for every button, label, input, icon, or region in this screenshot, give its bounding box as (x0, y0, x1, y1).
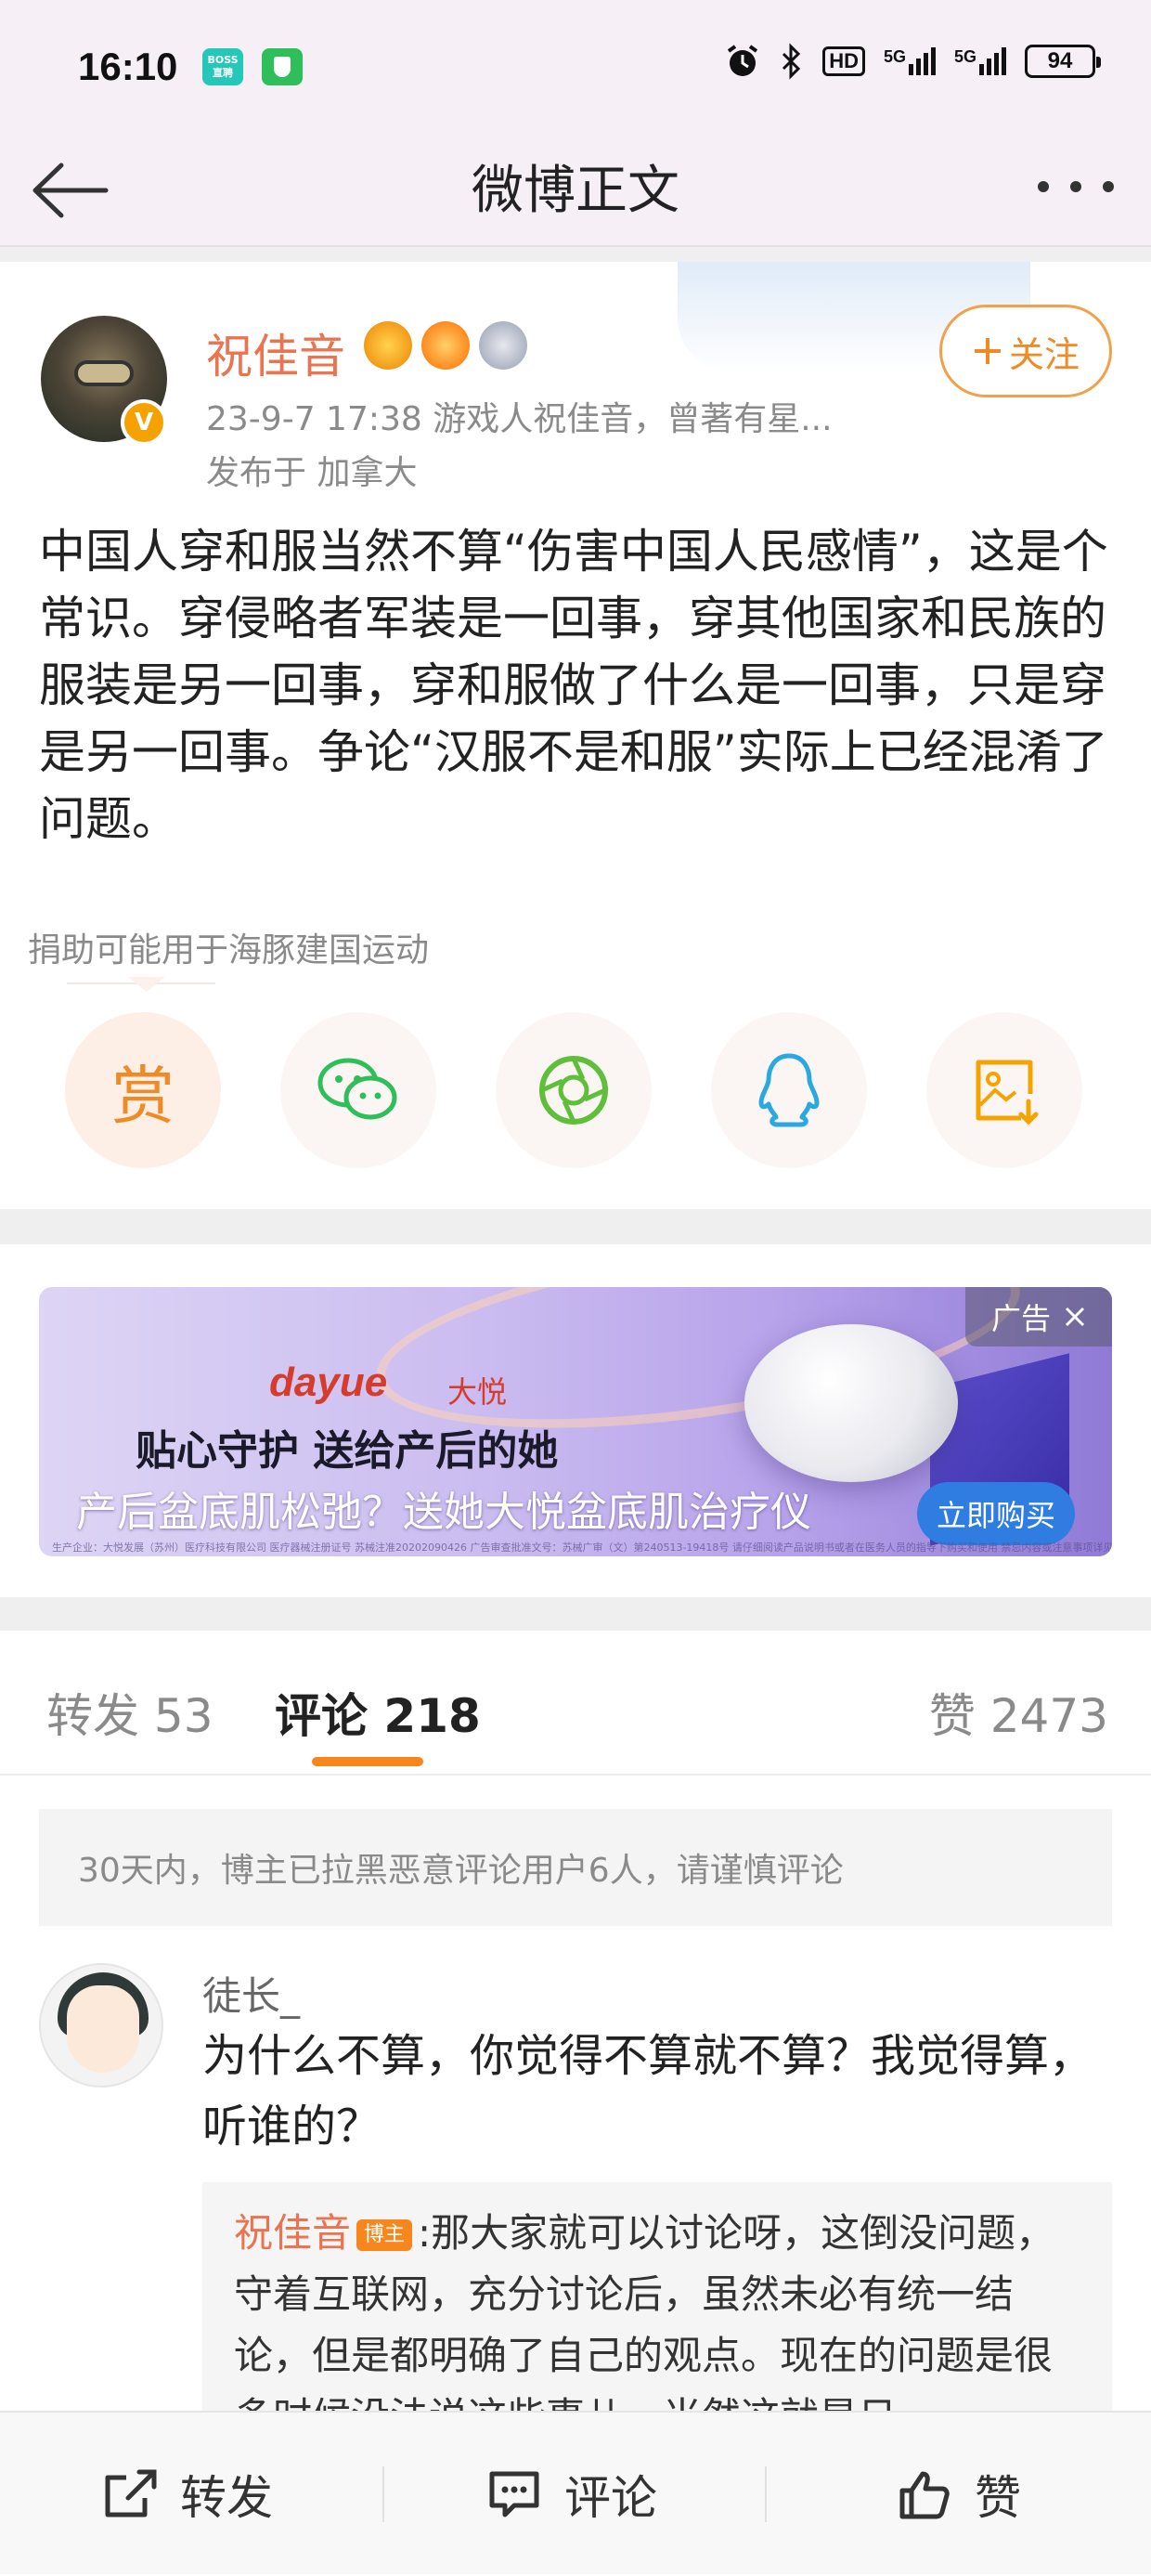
tab-reposts-count: 53 (153, 1689, 213, 1743)
signal-icon-1: 5G (884, 47, 936, 75)
author-badge: 博主 (356, 2219, 413, 2251)
weibo-post: V 祝佳音 关注 23-9-7 17:38 游戏人祝佳音，曾著有星... 发布于… (0, 262, 1151, 1209)
comment-text[interactable]: 为什么不算，你觉得不算就不算？我觉得算，听谁的？ (202, 2021, 1112, 2162)
donate-note: 捐助可能用于海豚建国运动 (28, 931, 430, 969)
medal-badge-icon[interactable] (479, 321, 527, 370)
repost-button[interactable]: 转发 (102, 2413, 273, 2576)
tab-likes-label: 赞 (928, 1689, 976, 1743)
more-options-icon[interactable] (1034, 173, 1118, 201)
commenter-name[interactable]: 徒长_ (202, 1965, 300, 2022)
post-meta: 23-9-7 17:38 游戏人祝佳音，曾著有星... (206, 400, 833, 438)
plus-icon (974, 338, 1001, 364)
tooltip-pointer (128, 977, 165, 992)
save-image-button[interactable] (926, 1012, 1082, 1168)
follow-button[interactable]: 关注 (939, 305, 1112, 397)
divider (0, 247, 1151, 262)
battery-indicator: 94 (1025, 45, 1101, 78)
post-location: 发布于 加拿大 (206, 454, 418, 492)
section-divider (0, 1209, 1151, 1244)
status-bar: 16:10 BOSS 直聘 HD 5G 5G 94 (0, 0, 1151, 139)
qq-icon (758, 1053, 820, 1127)
save-image-icon (976, 1060, 1039, 1125)
tab-comments[interactable]: 评论 218 (275, 1679, 481, 1746)
bluetooth-icon (782, 43, 801, 80)
reward-button[interactable]: 赏 (65, 1012, 221, 1168)
share-actions: 赏 (65, 1012, 1086, 1170)
moments-icon (539, 1056, 608, 1125)
post-text: 中国人穿和服当然不算“伤害中国人民感情”，这是个常识。穿侵略者军装是一回事，穿其… (39, 525, 1108, 846)
ad-product-image (744, 1324, 958, 1482)
page-title: 微博正文 (472, 161, 679, 221)
ad-brand-logo: dayue (269, 1360, 388, 1405)
ad-section: dayue 大悦 贴心守护 送给产后的她 产后盆底肌松弛？送她大悦盆底肌治疗仪 … (0, 1244, 1151, 1597)
bottom-action-bar: 转发 评论 赞 (0, 2411, 1151, 2574)
hd-icon: HD (822, 46, 865, 76)
ad-buy-button[interactable]: 立即购买 (917, 1482, 1075, 1545)
follow-label: 关注 (1008, 333, 1080, 375)
comment-button[interactable]: 评论 (486, 2413, 657, 2576)
wechat-share-button[interactable] (280, 1012, 436, 1168)
tab-reposts[interactable]: 转发 53 (46, 1679, 213, 1746)
active-tab-indicator (312, 1757, 423, 1766)
comment-icon (489, 2471, 539, 2517)
status-icons: HD 5G 5G 94 (724, 43, 1101, 80)
verified-badge: V (121, 399, 167, 446)
comment-label: 评论 (564, 2471, 657, 2525)
ad-slogan: 贴心守护 送给产后的她 (136, 1427, 559, 1475)
status-time: 16:10 (78, 45, 178, 88)
qq-share-button[interactable] (711, 1012, 867, 1168)
tab-likes-count: 2473 (989, 1689, 1108, 1743)
boss-app-icon: BOSS 直聘 (202, 48, 243, 85)
fish-badge-icon[interactable] (421, 321, 470, 370)
thumbs-up-icon (899, 2471, 950, 2519)
ad-headline: 产后盆底肌松弛？送她大悦盆底肌治疗仪 (76, 1489, 811, 1536)
ad-fine-print: 生产企业：大悦发展（苏州）医疗科技有限公司 医疗器械注册证号 苏械注准20202… (52, 1542, 1112, 1554)
wechat-icon (317, 1058, 397, 1120)
repost-label: 转发 (180, 2471, 273, 2525)
tab-comments-label: 评论 (275, 1689, 368, 1743)
divider (382, 2466, 384, 2522)
close-icon[interactable] (1064, 1306, 1086, 1328)
interaction-tabs: 转发 53 评论 218 赞 2473 (0, 1631, 1151, 1776)
reward-icon: 赏 (110, 1060, 175, 1134)
security-app-icon (262, 48, 303, 85)
signal-icon-2: 5G (954, 47, 1006, 75)
nav-bar: 微博正文 (0, 139, 1151, 247)
reply-author[interactable]: 祝佳音 (234, 2210, 351, 2256)
divider (765, 2466, 767, 2522)
like-button[interactable]: 赞 (897, 2413, 1021, 2576)
tab-likes[interactable]: 赞 2473 (929, 1679, 1108, 1746)
tab-reposts-label: 转发 (46, 1689, 139, 1743)
commenter-avatar[interactable] (39, 1963, 163, 2088)
alarm-icon (728, 45, 758, 76)
share-icon (105, 2469, 157, 2517)
moments-share-button[interactable] (496, 1012, 652, 1168)
tab-comments-count: 218 (383, 1689, 481, 1743)
ad-banner[interactable]: dayue 大悦 贴心守护 送给产后的她 产后盆底肌松弛？送她大悦盆底肌治疗仪 … (39, 1287, 1112, 1556)
crown-badge-icon[interactable] (364, 321, 412, 370)
author-name[interactable]: 祝佳音 (206, 319, 345, 386)
section-divider (0, 1597, 1151, 1631)
ad-tag-label: 广告 (990, 1301, 1051, 1336)
ad-close-tag[interactable]: 广告 (965, 1287, 1112, 1347)
comment-item: 徒长_ 为什么不算，你觉得不算就不算？我觉得算，听谁的？ 祝佳音 博主:那大家就可… (0, 1954, 1151, 2461)
ad-brand-name: 大悦 (447, 1374, 508, 1410)
like-label: 赞 (975, 2471, 1021, 2525)
comment-notice: 30天内，博主已拉黑恶意评论用户6人，请谨慎评论 (39, 1809, 1112, 1926)
